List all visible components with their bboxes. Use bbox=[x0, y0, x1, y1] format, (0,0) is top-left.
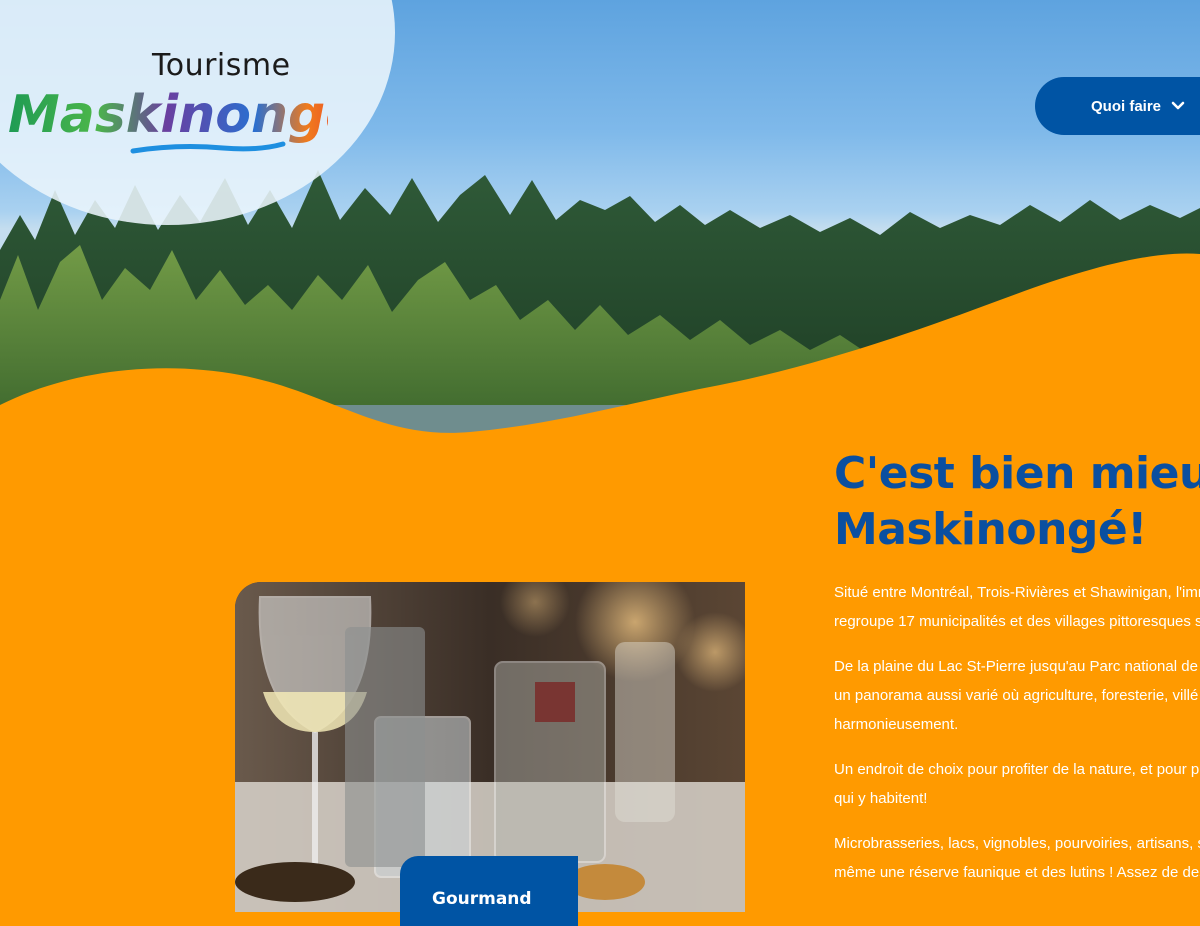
paragraph-line: Situé entre Montréal, Trois-Rivières et … bbox=[834, 584, 1200, 601]
quoi-faire-menu-button[interactable]: Quoi faire bbox=[1035, 77, 1200, 135]
logo-maskinonge-wordmark: Maskinongé bbox=[8, 85, 328, 154]
intro-paragraph-2: De la plaine du Lac St-Pierre jusqu'au P… bbox=[834, 652, 1200, 739]
headline-line-2: Maskinongé! bbox=[834, 504, 1147, 555]
paragraph-line: De la plaine du Lac St-Pierre jusqu'au P… bbox=[834, 658, 1200, 675]
paragraph-line: harmonieusement. bbox=[834, 716, 959, 733]
category-tag-gourmand[interactable]: Gourmand bbox=[400, 856, 578, 926]
intro-headline: C'est bien mieu Maskinongé! bbox=[834, 446, 1200, 558]
intro-paragraph-3: Un endroit de choix pour profiter de la … bbox=[834, 755, 1200, 813]
paragraph-line: un panorama aussi varié où agriculture, … bbox=[834, 687, 1199, 704]
intro-body: Situé entre Montréal, Trois-Rivières et … bbox=[834, 578, 1200, 903]
paragraph-line: Un endroit de choix pour profiter de la … bbox=[834, 761, 1200, 778]
paragraph-line: regroupe 17 municipalités et des village… bbox=[834, 613, 1200, 630]
quoi-faire-label: Quoi faire bbox=[1091, 97, 1162, 115]
logo-main-text: Maskinongé bbox=[8, 85, 328, 145]
headline-line-1: C'est bien mieu bbox=[834, 448, 1200, 499]
paragraph-line: même une réserve faunique et des lutins … bbox=[834, 864, 1200, 881]
chevron-down-icon bbox=[1171, 101, 1185, 110]
site-logo[interactable]: Tourisme Maskinongé bbox=[8, 48, 328, 158]
intro-paragraph-4: Microbrasseries, lacs, vignobles, pourvo… bbox=[834, 829, 1200, 887]
paragraph-line: qui y habitent! bbox=[834, 790, 928, 807]
paragraph-line: Microbrasseries, lacs, vignobles, pourvo… bbox=[834, 835, 1200, 852]
intro-paragraph-1: Situé entre Montréal, Trois-Rivières et … bbox=[834, 578, 1200, 636]
